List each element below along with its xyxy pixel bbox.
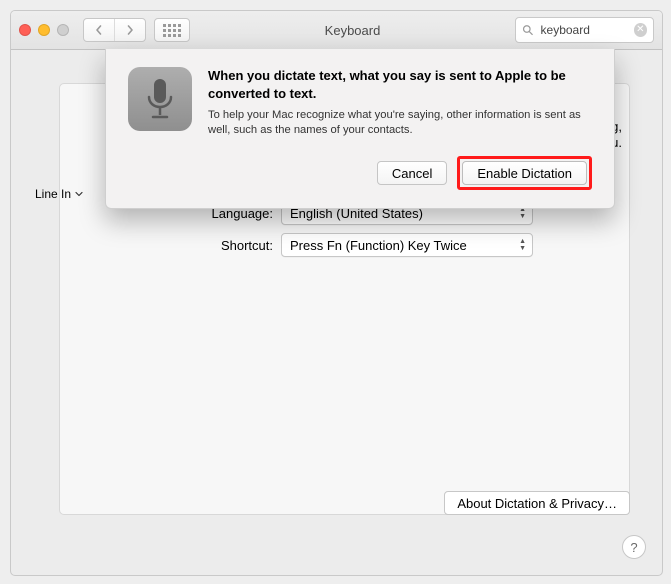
clear-icon[interactable]: ✕ bbox=[634, 23, 647, 37]
forward-button[interactable] bbox=[115, 19, 145, 41]
input-source-label: Line In bbox=[35, 187, 71, 201]
updown-icon: ▲▼ bbox=[519, 238, 526, 252]
chevron-right-icon bbox=[125, 25, 135, 35]
cancel-button[interactable]: Cancel bbox=[377, 161, 447, 185]
chevron-left-icon bbox=[94, 25, 104, 35]
annotation-highlight: Enable Dictation bbox=[457, 156, 592, 190]
window-title: Keyboard bbox=[198, 23, 507, 38]
back-button[interactable] bbox=[84, 19, 115, 41]
show-all-button[interactable] bbox=[154, 18, 190, 42]
search-input[interactable] bbox=[539, 22, 629, 38]
close-icon[interactable] bbox=[19, 24, 31, 36]
shortcut-value: Press Fn (Function) Key Twice bbox=[290, 238, 467, 253]
dictation-app-icon bbox=[128, 67, 192, 131]
confirmation-sheet: When you dictate text, what you say is s… bbox=[105, 49, 615, 209]
minimize-icon[interactable] bbox=[38, 24, 50, 36]
shortcut-label: Shortcut: bbox=[189, 238, 273, 253]
about-dictation-button[interactable]: About Dictation & Privacy… bbox=[444, 491, 630, 515]
grid-icon bbox=[163, 24, 181, 37]
titlebar: Keyboard ✕ bbox=[11, 11, 662, 50]
enable-dictation-button[interactable]: Enable Dictation bbox=[462, 161, 587, 185]
window-controls bbox=[19, 24, 69, 36]
sheet-body: To help your Mac recognize what you're s… bbox=[208, 108, 592, 138]
shortcut-select[interactable]: Press Fn (Function) Key Twice ▲▼ bbox=[281, 233, 533, 257]
preferences-window: Keyboard ✕ ng, enu. Line In Language: En… bbox=[10, 10, 663, 576]
help-button[interactable]: ? bbox=[622, 535, 646, 559]
chevron-down-icon bbox=[75, 190, 83, 198]
search-field[interactable]: ✕ bbox=[515, 17, 654, 43]
search-icon bbox=[522, 24, 534, 36]
sheet-heading: When you dictate text, what you say is s… bbox=[208, 67, 592, 102]
microphone-icon bbox=[144, 77, 176, 121]
zoom-icon bbox=[57, 24, 69, 36]
nav-buttons bbox=[83, 18, 146, 42]
input-source-menu[interactable]: Line In bbox=[35, 187, 83, 201]
help-icon: ? bbox=[630, 540, 637, 555]
